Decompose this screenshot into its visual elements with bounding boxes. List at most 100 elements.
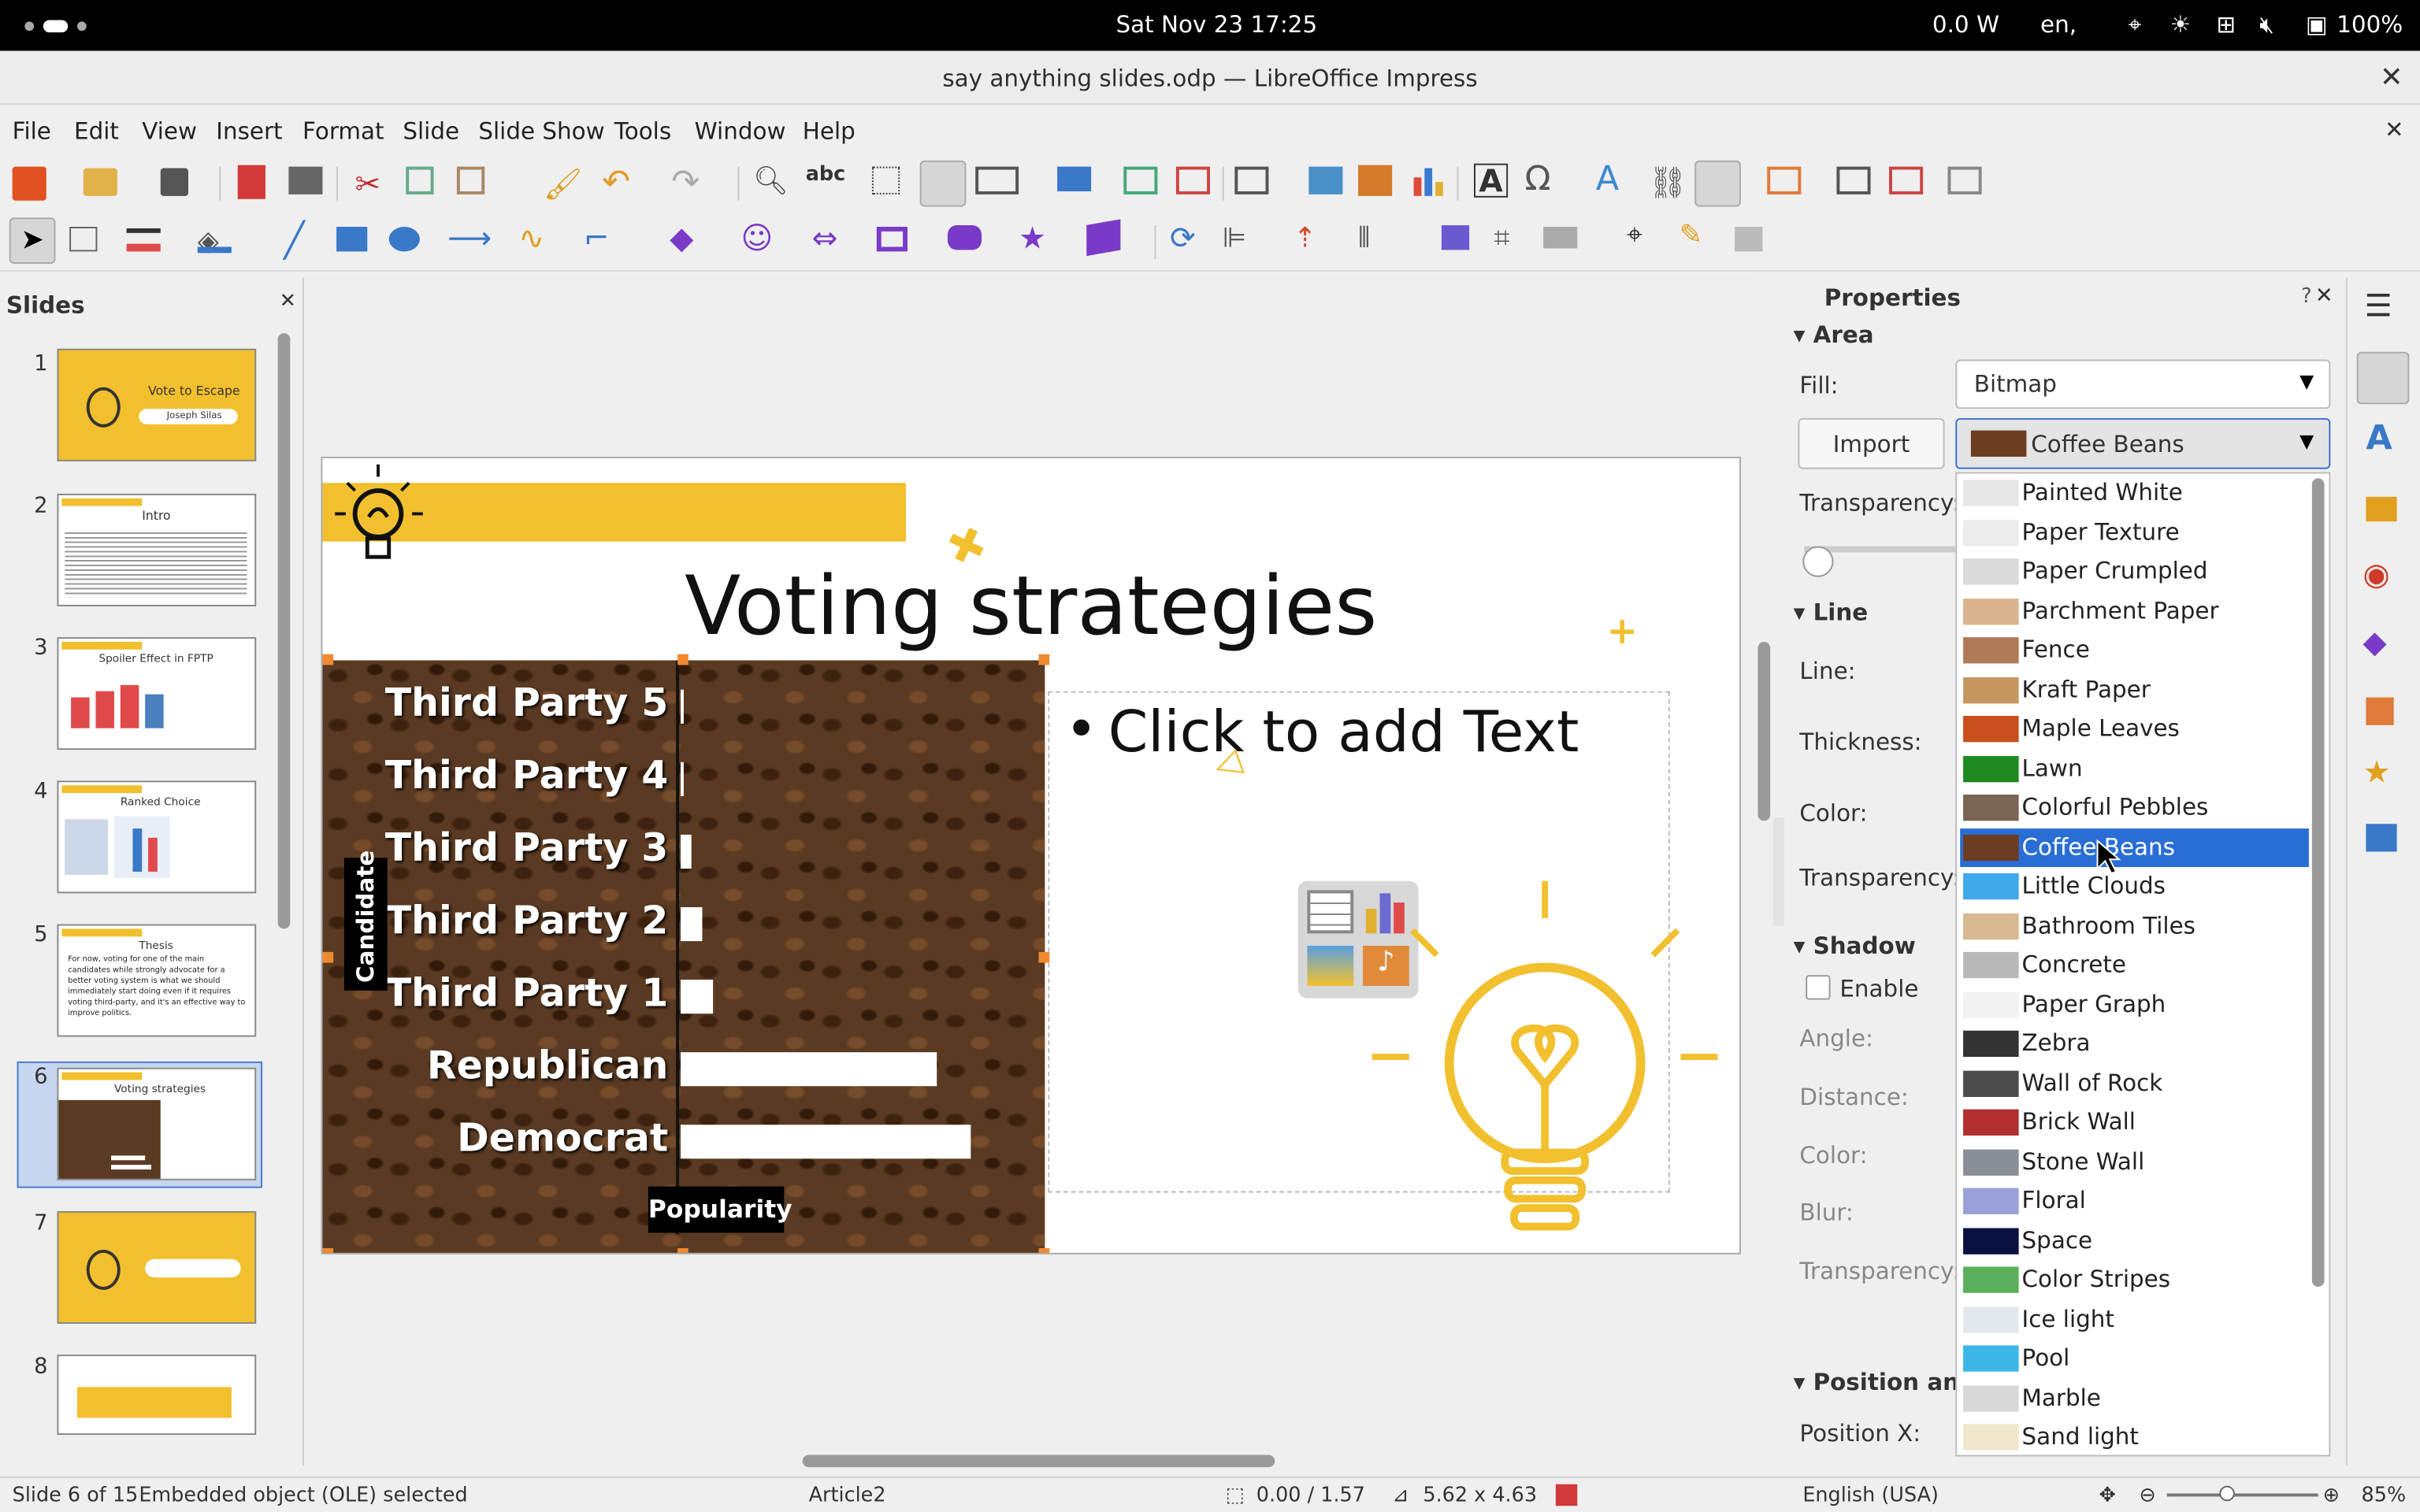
zoom-out-icon[interactable]: ⊖ (2139, 1484, 2155, 1507)
toggle-extrusion-icon[interactable] (1735, 227, 1763, 252)
slide-thumb-3[interactable]: Spoiler Effect in FPTP (57, 637, 257, 750)
find-replace-icon[interactable]: 🔍︎ (753, 165, 789, 199)
dropdown-scrollbar[interactable] (2311, 478, 2325, 1287)
display-grid-icon[interactable] (871, 166, 900, 195)
table-icon[interactable] (1234, 166, 1269, 195)
properties-tab-icon[interactable] (2356, 351, 2410, 405)
block-arrows-icon[interactable]: ⇔ (812, 219, 846, 256)
close-sidebar-icon[interactable]: ✕ (2315, 284, 2333, 308)
canvas-horizontal-scrollbar[interactable] (802, 1455, 1275, 1468)
zoom-in-icon[interactable]: ⊕ (2323, 1484, 2340, 1507)
selection-handle[interactable] (1038, 951, 1050, 963)
bitmap-dropdown[interactable]: Coffee Beans ▼ (1955, 417, 2331, 469)
insert-table-icon[interactable] (1307, 890, 1354, 934)
line-tool-icon[interactable]: ╱ (284, 222, 317, 261)
special-character-icon[interactable]: Ω (1525, 161, 1559, 199)
selection-handle[interactable] (322, 951, 334, 963)
bitmap-option[interactable]: Parchment Paper (1960, 591, 2309, 630)
zoom-pan-icon[interactable] (69, 227, 98, 252)
bitmap-option[interactable]: Space (1960, 1221, 2309, 1260)
keyboard-language[interactable]: en, (2040, 11, 2077, 39)
close-window-icon[interactable]: ✕ (2380, 61, 2403, 94)
shadow-enable-checkbox[interactable] (1806, 975, 1831, 1000)
callouts-icon[interactable] (947, 225, 982, 250)
insert-image-icon[interactable] (1307, 945, 1354, 986)
slide-thumb-2[interactable]: Intro (57, 493, 257, 606)
language-status[interactable]: English (USA) (1802, 1484, 1939, 1507)
delete-slide-icon[interactable] (1889, 166, 1924, 195)
slides-panel-close-icon[interactable]: ✕ (280, 290, 296, 313)
menu-help[interactable]: Help (803, 117, 856, 145)
zoom-slider-track[interactable] (2166, 1493, 2318, 1497)
menu-slide-show[interactable]: Slide Show (478, 117, 604, 145)
glue-points-icon[interactable]: ✎ (1680, 219, 1713, 253)
bitmap-option[interactable]: Paper Crumpled (1960, 552, 2309, 591)
document-modified-icon[interactable] (1555, 1484, 1578, 1506)
hamburger-menu-icon[interactable]: ☰ (2364, 287, 2392, 324)
shadow-icon[interactable] (1441, 225, 1470, 250)
image-icon[interactable] (1308, 166, 1343, 195)
bitmap-option[interactable]: Wall of Rock (1960, 1064, 2309, 1102)
bitmap-option[interactable]: Colorful Pebbles (1960, 788, 2309, 827)
selection-handle[interactable] (322, 654, 334, 665)
fill-color-icon[interactable]: ◈ (198, 225, 232, 259)
rectangle-tool-icon[interactable] (336, 227, 368, 252)
transparency-slider-thumb[interactable] (1802, 546, 1834, 577)
bitmap-option[interactable]: Coffee Beans (1960, 828, 2309, 867)
rotate-icon[interactable]: ⟳ (1170, 219, 1204, 256)
master-layout-status[interactable]: Article2 (809, 1484, 886, 1507)
help-icon[interactable]: ? (2301, 285, 2312, 308)
show-draw-functions-icon[interactable] (1694, 160, 1741, 207)
bitmap-option[interactable]: Fence (1960, 631, 2309, 669)
bitmap-option[interactable]: Ice light (1960, 1300, 2309, 1339)
audio-video-icon[interactable] (1358, 165, 1393, 196)
bitmap-option[interactable]: Paper Graph (1960, 985, 2309, 1024)
selection-handle[interactable] (322, 1247, 334, 1253)
chart-icon[interactable] (1411, 165, 1445, 196)
crop-icon[interactable]: ⌗ (1494, 222, 1527, 256)
bitmap-option[interactable]: Floral (1960, 1182, 2309, 1221)
animation-tab-icon[interactable]: ★ (2363, 753, 2391, 790)
stars-icon[interactable]: ★ (1019, 219, 1052, 256)
open-folder-icon[interactable] (83, 168, 117, 196)
slide-thumb-6[interactable]: Voting strategies (57, 1067, 257, 1180)
slide-thumb-8[interactable] (57, 1354, 257, 1436)
snap-to-grid-icon[interactable] (919, 160, 967, 207)
new-document-icon[interactable] (12, 166, 46, 201)
arrange-icon[interactable]: ⇡ (1294, 222, 1327, 256)
text-box-icon[interactable]: A (1474, 163, 1509, 198)
start-current-slide-icon[interactable] (1175, 166, 1211, 195)
connector-icon[interactable]: ⌐ (584, 219, 618, 256)
bitmap-option[interactable]: Lawn (1960, 749, 2309, 788)
slide-thumb-1[interactable]: Vote to Escape Joseph Silas (57, 348, 257, 461)
duplicate-slide-icon[interactable] (1836, 166, 1871, 195)
slide-layout-icon[interactable] (1947, 166, 1982, 195)
bitmap-option[interactable]: Marble (1960, 1379, 2309, 1418)
fill-type-dropdown[interactable]: Bitmap ▼ (1955, 359, 2331, 410)
bitmap-option[interactable]: Zebra (1960, 1025, 2309, 1063)
menu-edit[interactable]: Edit (74, 117, 119, 145)
hyperlink-icon[interactable]: ⛓ (1648, 164, 1687, 201)
slide-title[interactable]: Voting strategies (322, 560, 1739, 654)
curve-icon[interactable]: ∿ (518, 219, 552, 256)
new-slide-icon[interactable] (1767, 166, 1802, 195)
bitmap-option[interactable]: Paper Texture (1960, 513, 2309, 551)
symbol-shapes-icon[interactable]: ☺ (740, 219, 774, 256)
menu-window[interactable]: Window (695, 117, 786, 145)
selection-handle[interactable] (677, 654, 689, 665)
bitmap-option[interactable]: Stone Wall (1960, 1143, 2309, 1181)
zoom-slider-thumb[interactable] (2219, 1485, 2235, 1502)
basic-shapes-icon[interactable]: ◆ (670, 219, 703, 256)
menu-file[interactable]: File (13, 117, 51, 145)
master-slides-tab-icon[interactable] (2366, 824, 2397, 852)
area-section-heading[interactable]: ▾ Area (1794, 321, 1874, 349)
import-button[interactable]: Import (1798, 417, 1945, 469)
print-icon[interactable] (288, 166, 323, 195)
close-document-icon[interactable]: ✕ (2385, 116, 2404, 143)
slide-transition-tab-icon[interactable] (2366, 697, 2394, 725)
line-section-heading[interactable]: ▾ Line (1794, 598, 1869, 626)
line-arrow-icon[interactable]: ⟶ (447, 219, 492, 256)
bitmap-option[interactable]: Little Clouds (1960, 867, 2309, 906)
chart-ole-object[interactable]: Third Party 5 Third Party 4 Third Party 3 T… (322, 660, 1045, 1253)
bitmap-option[interactable]: Bathroom Tiles (1960, 906, 2309, 945)
